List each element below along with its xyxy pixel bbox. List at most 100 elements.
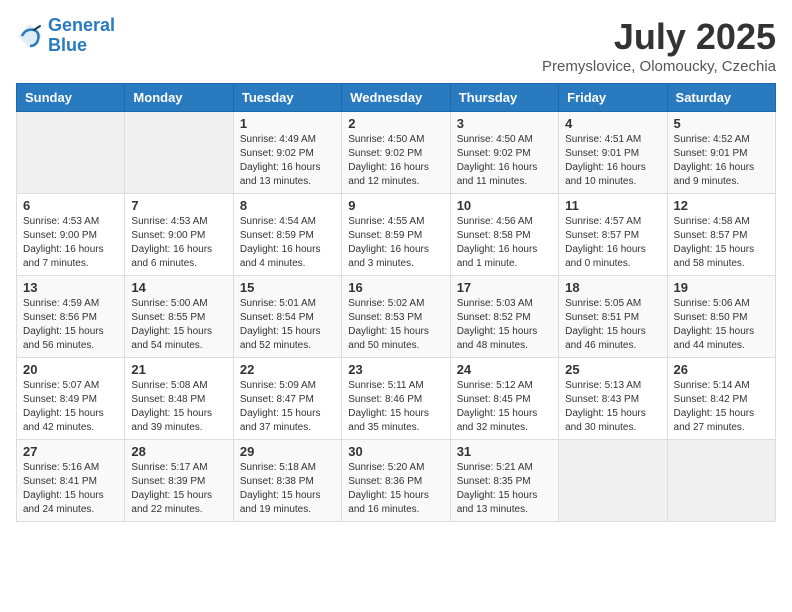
day-info: Sunrise: 5:12 AM Sunset: 8:45 PM Dayligh…	[457, 379, 552, 435]
day-info: Sunrise: 4:52 AM Sunset: 9:01 PM Dayligh…	[674, 133, 769, 189]
calendar-cell: 3 Sunrise: 4:50 AM Sunset: 9:02 PM Daylig…	[450, 112, 558, 194]
day-number: 4	[565, 116, 660, 131]
day-info: Sunrise: 5:13 AM Sunset: 8:43 PM Dayligh…	[565, 379, 660, 435]
calendar-cell: 18 Sunrise: 5:05 AM Sunset: 8:51 PM Dayli…	[559, 276, 667, 358]
day-number: 19	[674, 280, 769, 295]
day-info: Sunrise: 4:59 AM Sunset: 8:56 PM Dayligh…	[23, 297, 118, 353]
location-title: Premyslovice, Olomoucky, Czechia	[542, 58, 776, 75]
day-number: 1	[240, 116, 335, 131]
day-info: Sunrise: 4:55 AM Sunset: 8:59 PM Dayligh…	[348, 215, 443, 271]
day-number: 5	[674, 116, 769, 131]
day-info: Sunrise: 5:00 AM Sunset: 8:55 PM Dayligh…	[131, 297, 226, 353]
page-header: General Blue July 2025 Premyslovice, Olo…	[16, 16, 776, 75]
calendar-cell: 31 Sunrise: 5:21 AM Sunset: 8:35 PM Dayli…	[450, 440, 558, 522]
calendar-cell: 1 Sunrise: 4:49 AM Sunset: 9:02 PM Daylig…	[233, 112, 341, 194]
calendar-cell: 22Sunrise: 5:09 AM Sunset: 8:47 PM Dayli…	[233, 358, 341, 440]
calendar-cell: 5 Sunrise: 4:52 AM Sunset: 9:01 PM Daylig…	[667, 112, 775, 194]
weekday-header-thursday: Thursday	[450, 84, 558, 112]
calendar-cell: 20Sunrise: 5:07 AM Sunset: 8:49 PM Dayli…	[17, 358, 125, 440]
calendar-cell: 2 Sunrise: 4:50 AM Sunset: 9:02 PM Daylig…	[342, 112, 450, 194]
day-info: Sunrise: 5:08 AM Sunset: 8:48 PM Dayligh…	[131, 379, 226, 435]
calendar-cell: 27Sunrise: 5:16 AM Sunset: 8:41 PM Dayli…	[17, 440, 125, 522]
calendar-cell: 16Sunrise: 5:02 AM Sunset: 8:53 PM Dayli…	[342, 276, 450, 358]
calendar-cell	[17, 112, 125, 194]
weekday-header-tuesday: Tuesday	[233, 84, 341, 112]
day-info: Sunrise: 4:56 AM Sunset: 8:58 PM Dayligh…	[457, 215, 552, 271]
day-info: Sunrise: 4:53 AM Sunset: 9:00 PM Dayligh…	[131, 215, 226, 271]
day-number: 17	[457, 280, 552, 295]
calendar-cell: 29 Sunrise: 5:18 AM Sunset: 8:38 PM Dayli…	[233, 440, 341, 522]
title-area: July 2025 Premyslovice, Olomoucky, Czech…	[542, 16, 776, 75]
calendar-cell: 7 Sunrise: 4:53 AM Sunset: 9:00 PM Daylig…	[125, 194, 233, 276]
day-number: 11	[565, 198, 660, 213]
calendar-cell: 25 Sunrise: 5:13 AM Sunset: 8:43 PM Dayli…	[559, 358, 667, 440]
day-number: 2	[348, 116, 443, 131]
day-info: Sunrise: 4:58 AM Sunset: 8:57 PM Dayligh…	[674, 215, 769, 271]
day-number: 24	[457, 362, 552, 377]
day-number: 29	[240, 444, 335, 459]
weekday-header-saturday: Saturday	[667, 84, 775, 112]
logo-line2: Blue	[48, 35, 87, 55]
day-number: 6	[23, 198, 118, 213]
day-number: 28	[131, 444, 226, 459]
day-number: 13	[23, 280, 118, 295]
day-info: Sunrise: 5:18 AM Sunset: 8:38 PM Dayligh…	[240, 461, 335, 517]
week-row-2: 6 Sunrise: 4:53 AM Sunset: 9:00 PM Daylig…	[17, 194, 776, 276]
month-title: July 2025	[542, 16, 776, 58]
day-number: 26	[674, 362, 769, 377]
calendar-cell: 11Sunrise: 4:57 AM Sunset: 8:57 PM Dayli…	[559, 194, 667, 276]
calendar-cell: 4Sunrise: 4:51 AM Sunset: 9:01 PM Daylig…	[559, 112, 667, 194]
day-info: Sunrise: 4:50 AM Sunset: 9:02 PM Dayligh…	[348, 133, 443, 189]
calendar-cell: 14Sunrise: 5:00 AM Sunset: 8:55 PM Dayli…	[125, 276, 233, 358]
week-row-5: 27Sunrise: 5:16 AM Sunset: 8:41 PM Dayli…	[17, 440, 776, 522]
weekday-header-monday: Monday	[125, 84, 233, 112]
logo-line1: General	[48, 15, 115, 35]
day-number: 7	[131, 198, 226, 213]
day-number: 23	[348, 362, 443, 377]
day-info: Sunrise: 5:05 AM Sunset: 8:51 PM Dayligh…	[565, 297, 660, 353]
day-number: 20	[23, 362, 118, 377]
day-info: Sunrise: 5:03 AM Sunset: 8:52 PM Dayligh…	[457, 297, 552, 353]
weekday-header-row: SundayMondayTuesdayWednesdayThursdayFrid…	[17, 84, 776, 112]
logo-text: General Blue	[48, 16, 115, 56]
day-number: 31	[457, 444, 552, 459]
day-number: 18	[565, 280, 660, 295]
day-info: Sunrise: 5:17 AM Sunset: 8:39 PM Dayligh…	[131, 461, 226, 517]
day-number: 3	[457, 116, 552, 131]
day-number: 15	[240, 280, 335, 295]
day-info: Sunrise: 5:11 AM Sunset: 8:46 PM Dayligh…	[348, 379, 443, 435]
day-number: 12	[674, 198, 769, 213]
calendar-cell: 8Sunrise: 4:54 AM Sunset: 8:59 PM Daylig…	[233, 194, 341, 276]
day-info: Sunrise: 4:50 AM Sunset: 9:02 PM Dayligh…	[457, 133, 552, 189]
day-number: 10	[457, 198, 552, 213]
day-info: Sunrise: 5:01 AM Sunset: 8:54 PM Dayligh…	[240, 297, 335, 353]
calendar-cell: 13 Sunrise: 4:59 AM Sunset: 8:56 PM Dayli…	[17, 276, 125, 358]
day-info: Sunrise: 5:16 AM Sunset: 8:41 PM Dayligh…	[23, 461, 118, 517]
day-info: Sunrise: 4:49 AM Sunset: 9:02 PM Dayligh…	[240, 133, 335, 189]
calendar-cell: 23 Sunrise: 5:11 AM Sunset: 8:46 PM Dayli…	[342, 358, 450, 440]
day-info: Sunrise: 4:53 AM Sunset: 9:00 PM Dayligh…	[23, 215, 118, 271]
day-info: Sunrise: 5:06 AM Sunset: 8:50 PM Dayligh…	[674, 297, 769, 353]
week-row-1: 1 Sunrise: 4:49 AM Sunset: 9:02 PM Daylig…	[17, 112, 776, 194]
calendar-cell: 24 Sunrise: 5:12 AM Sunset: 8:45 PM Dayli…	[450, 358, 558, 440]
calendar-cell: 21Sunrise: 5:08 AM Sunset: 8:48 PM Dayli…	[125, 358, 233, 440]
calendar-cell: 30Sunrise: 5:20 AM Sunset: 8:36 PM Dayli…	[342, 440, 450, 522]
weekday-header-friday: Friday	[559, 84, 667, 112]
day-info: Sunrise: 5:21 AM Sunset: 8:35 PM Dayligh…	[457, 461, 552, 517]
day-info: Sunrise: 4:54 AM Sunset: 8:59 PM Dayligh…	[240, 215, 335, 271]
calendar-cell: 10 Sunrise: 4:56 AM Sunset: 8:58 PM Dayli…	[450, 194, 558, 276]
calendar-cell: 19 Sunrise: 5:06 AM Sunset: 8:50 PM Dayli…	[667, 276, 775, 358]
day-info: Sunrise: 5:02 AM Sunset: 8:53 PM Dayligh…	[348, 297, 443, 353]
calendar-cell: 6 Sunrise: 4:53 AM Sunset: 9:00 PM Daylig…	[17, 194, 125, 276]
week-row-4: 20Sunrise: 5:07 AM Sunset: 8:49 PM Dayli…	[17, 358, 776, 440]
weekday-header-sunday: Sunday	[17, 84, 125, 112]
day-info: Sunrise: 5:09 AM Sunset: 8:47 PM Dayligh…	[240, 379, 335, 435]
calendar-cell	[667, 440, 775, 522]
calendar-cell: 26 Sunrise: 5:14 AM Sunset: 8:42 PM Dayli…	[667, 358, 775, 440]
day-number: 25	[565, 362, 660, 377]
logo: General Blue	[16, 16, 115, 56]
calendar-cell: 28 Sunrise: 5:17 AM Sunset: 8:39 PM Dayli…	[125, 440, 233, 522]
calendar-cell: 12 Sunrise: 4:58 AM Sunset: 8:57 PM Dayli…	[667, 194, 775, 276]
day-info: Sunrise: 5:14 AM Sunset: 8:42 PM Dayligh…	[674, 379, 769, 435]
weekday-header-wednesday: Wednesday	[342, 84, 450, 112]
